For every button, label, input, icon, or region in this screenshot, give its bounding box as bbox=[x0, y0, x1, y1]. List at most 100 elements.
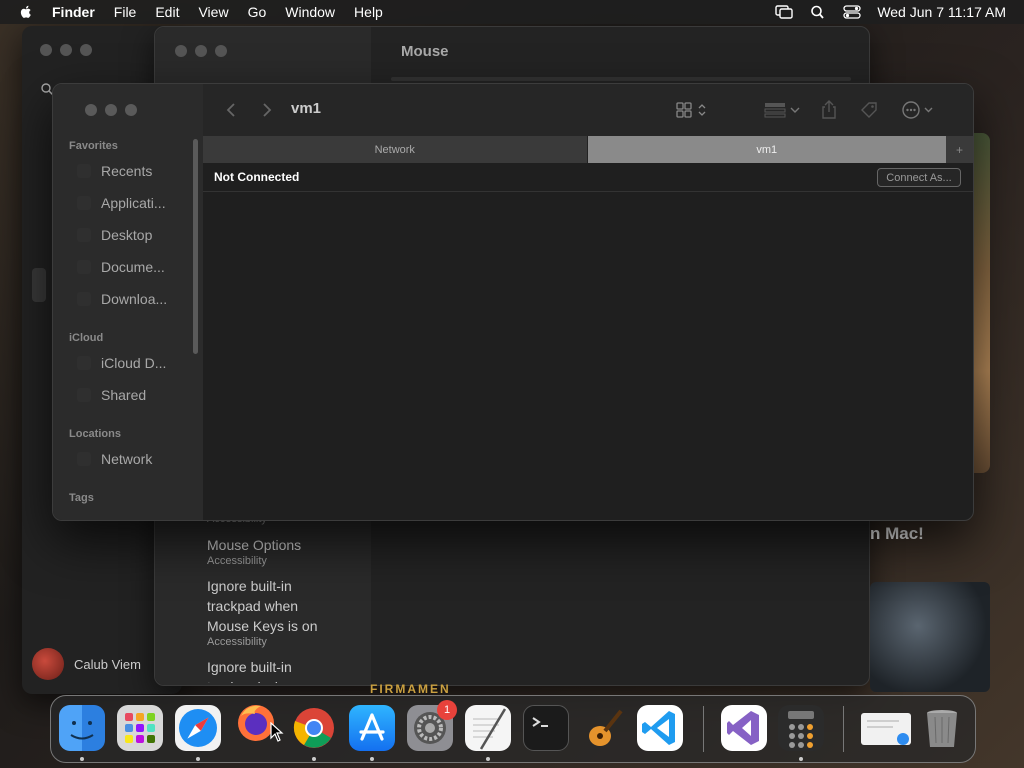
tab-network[interactable]: Network bbox=[203, 136, 588, 163]
selected-sidebar-item bbox=[32, 268, 46, 302]
new-tab-button[interactable]: + bbox=[946, 136, 973, 163]
screen-mirroring-icon[interactable] bbox=[775, 5, 794, 19]
menu-app-name[interactable]: Finder bbox=[52, 4, 95, 20]
vscode-icon[interactable] bbox=[637, 705, 683, 751]
finder-sidebar: Favorites Recents Applicati... Desktop D… bbox=[53, 84, 203, 520]
sidebar-item-shared[interactable]: Shared bbox=[77, 387, 146, 403]
running-indicator bbox=[486, 757, 490, 761]
safari-icon[interactable] bbox=[175, 705, 221, 751]
sidebar-item-downloads[interactable]: Downloa... bbox=[77, 291, 167, 307]
chrome-icon[interactable] bbox=[291, 705, 337, 751]
search-result[interactable]: Ignore built-in trackpad when Mouse Keys… bbox=[207, 576, 342, 649]
running-indicator bbox=[196, 757, 200, 761]
dock-separator bbox=[843, 706, 844, 752]
tab-vm1[interactable]: vm1 bbox=[587, 136, 947, 163]
minimize-button[interactable] bbox=[105, 104, 117, 116]
network-icon bbox=[77, 452, 91, 466]
terminal-icon[interactable] bbox=[523, 705, 569, 751]
window-traffic-lights[interactable] bbox=[175, 45, 227, 57]
finder-icon[interactable] bbox=[59, 705, 105, 751]
forward-button[interactable] bbox=[255, 98, 279, 122]
window-traffic-lights[interactable] bbox=[40, 44, 92, 56]
finder-window: Favorites Recents Applicati... Desktop D… bbox=[52, 83, 974, 521]
sidebar-section-tags: Tags bbox=[69, 492, 94, 504]
view-options-button[interactable] bbox=[673, 98, 713, 122]
sidebar-scrollbar[interactable] bbox=[193, 139, 198, 354]
background-text: FIRMAMEN bbox=[370, 682, 451, 696]
tag-icon bbox=[861, 102, 877, 118]
minimize-button[interactable] bbox=[60, 44, 72, 56]
sidebar-section-locations: Locations bbox=[69, 428, 121, 440]
menu-file[interactable]: File bbox=[114, 4, 137, 20]
search-result[interactable]: Mouse Options Accessibility bbox=[207, 535, 301, 568]
shared-folder-icon bbox=[77, 388, 91, 402]
more-options-icon bbox=[902, 101, 933, 119]
search-result[interactable]: Ignore built-in trackpad when bbox=[207, 657, 342, 683]
menu-window[interactable]: Window bbox=[285, 4, 335, 20]
background-text: n Mac! bbox=[870, 524, 924, 543]
action-menu-button[interactable] bbox=[899, 98, 939, 122]
apple-logo-icon[interactable] bbox=[18, 4, 34, 20]
connection-status-text: Not Connected bbox=[214, 170, 300, 184]
download-icon bbox=[77, 292, 91, 306]
connection-status-bar: Not Connected Connect As... bbox=[203, 163, 973, 192]
terminal-prompt-icon bbox=[532, 717, 548, 727]
garageband-icon[interactable] bbox=[581, 705, 627, 751]
sidebar-section-icloud: iCloud bbox=[69, 332, 104, 344]
sidebar-item-desktop[interactable]: Desktop bbox=[77, 227, 152, 243]
app-store-icon[interactable] bbox=[349, 705, 395, 751]
search-result-title: Mouse Options bbox=[207, 537, 302, 553]
sidebar-item-network[interactable]: Network bbox=[77, 451, 152, 467]
document-icon bbox=[77, 260, 91, 274]
menu-edit[interactable]: Edit bbox=[155, 4, 179, 20]
zoom-button[interactable] bbox=[215, 45, 227, 57]
textedit-icon[interactable] bbox=[465, 705, 511, 751]
menu-view[interactable]: View bbox=[198, 4, 228, 20]
zoom-button[interactable] bbox=[125, 104, 137, 116]
visual-studio-icon[interactable] bbox=[721, 705, 767, 751]
search-result-title: Ignore built-in trackpad when Mouse Keys… bbox=[207, 578, 318, 634]
tag-button[interactable] bbox=[857, 98, 881, 122]
user-account[interactable]: Calub Viem bbox=[32, 648, 141, 680]
zoom-button[interactable] bbox=[80, 44, 92, 56]
sidebar-item-applications[interactable]: Applicati... bbox=[77, 195, 166, 211]
sidebar-item-label: Network bbox=[101, 451, 153, 467]
back-button[interactable] bbox=[219, 98, 243, 122]
preview-icon[interactable] bbox=[859, 705, 913, 751]
close-button[interactable] bbox=[40, 44, 52, 56]
sidebar-section-favorites: Favorites bbox=[69, 140, 118, 152]
menu-help[interactable]: Help bbox=[354, 4, 383, 20]
document-preview-icon bbox=[861, 713, 911, 745]
avatar bbox=[32, 648, 64, 680]
visual-studio-logo-icon bbox=[727, 711, 759, 745]
sidebar-item-label: Desktop bbox=[101, 227, 153, 243]
group-button[interactable] bbox=[761, 98, 805, 122]
control-center-icon[interactable] bbox=[843, 5, 861, 19]
settings-page-title: Mouse bbox=[401, 43, 449, 60]
sidebar-item-label: Downloa... bbox=[101, 291, 168, 307]
minimize-button[interactable] bbox=[195, 45, 207, 57]
pen-document-icon bbox=[473, 708, 507, 750]
cloud-icon bbox=[77, 356, 91, 370]
menu-go[interactable]: Go bbox=[248, 4, 267, 20]
connect-as-button[interactable]: Connect As... bbox=[877, 168, 961, 187]
close-button[interactable] bbox=[85, 104, 97, 116]
window-traffic-lights[interactable] bbox=[85, 104, 137, 116]
sidebar-item-icloud-drive[interactable]: iCloud D... bbox=[77, 355, 166, 371]
finder-face-icon bbox=[70, 721, 94, 740]
sidebar-item-label: Applicati... bbox=[101, 195, 166, 211]
close-button[interactable] bbox=[175, 45, 187, 57]
search-result-subtitle: Accessibility bbox=[207, 555, 267, 567]
calculator-icon[interactable] bbox=[778, 705, 824, 751]
launchpad-icon[interactable] bbox=[117, 705, 163, 751]
trash-icon[interactable] bbox=[919, 705, 965, 751]
clock-icon bbox=[77, 164, 91, 178]
dock bbox=[50, 695, 976, 763]
share-button[interactable] bbox=[817, 98, 841, 122]
sidebar-item-documents[interactable]: Docume... bbox=[77, 259, 165, 275]
spotlight-search-icon[interactable] bbox=[809, 5, 827, 19]
menu-clock[interactable]: Wed Jun 7 11:17 AM bbox=[877, 4, 1006, 20]
dock-separator bbox=[703, 706, 704, 752]
sidebar-item-recents[interactable]: Recents bbox=[77, 163, 152, 179]
settings-search-bar bbox=[391, 77, 851, 81]
